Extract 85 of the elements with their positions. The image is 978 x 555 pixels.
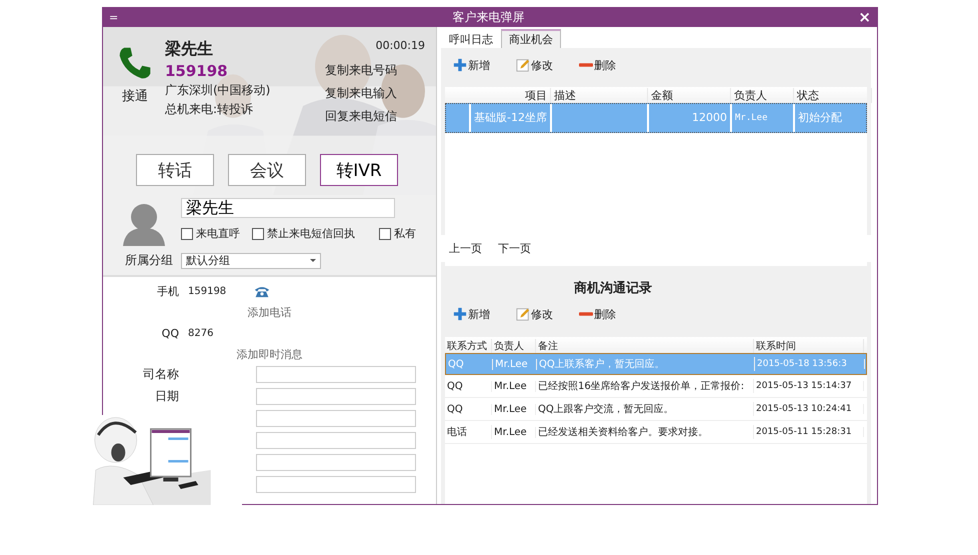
caller-phone: 159198 <box>165 62 229 80</box>
column-header: 联系方式 <box>447 341 487 352</box>
column-header: 备注 <box>538 341 558 352</box>
checkbox-option[interactable]: 来电直呼 <box>181 226 240 241</box>
table-cell: Mr.Lee <box>494 404 527 414</box>
table-cell: 2015-05-13 10:24:41 <box>756 404 852 414</box>
input-field[interactable] <box>256 366 416 383</box>
table-cell: QQ <box>447 404 463 414</box>
input-field[interactable] <box>256 432 416 449</box>
caret-icon[interactable] <box>310 259 316 262</box>
toolbar-button[interactable]: 删除 <box>579 58 616 72</box>
call-route: 总机来电:转投诉 <box>165 101 254 118</box>
table-cell: 已经按照16坐席给客户发送报价单，正常报价: <box>538 381 744 392</box>
column-header: 项目 <box>525 89 547 102</box>
table-cell: 基础版-12坐席 <box>474 111 547 124</box>
tab[interactable]: 商业机会 <box>501 29 561 48</box>
pencil-icon <box>516 58 530 72</box>
add-link[interactable]: 添加电话 <box>248 304 292 320</box>
input-field[interactable] <box>256 388 416 405</box>
telephone-icon[interactable] <box>254 284 270 298</box>
column-header: 描述 <box>554 89 576 102</box>
action-link[interactable]: 复制来电号码 <box>325 62 425 79</box>
table-cell: QQ <box>447 380 463 392</box>
group-dropdown[interactable]: 默认分组 <box>181 252 321 268</box>
column-header: 金额 <box>651 89 673 102</box>
table-cell: 初始分配 <box>798 111 842 124</box>
table-cell: 2015-05-13 15:14:37 <box>756 381 852 391</box>
plus-icon <box>453 307 467 321</box>
table-cell: 2015-05-11 15:28:31 <box>756 427 852 437</box>
input-field[interactable] <box>256 410 416 427</box>
toolbar-button[interactable]: 删除 <box>579 306 616 322</box>
toolbar-button[interactable]: 新增 <box>453 58 490 72</box>
tab[interactable]: 呼叫日志 <box>441 30 501 48</box>
call-timer: 00:00:19 <box>376 39 425 52</box>
phone-icon[interactable] <box>117 45 153 81</box>
column-header: 状态 <box>797 89 819 102</box>
call-button[interactable]: 会议 <box>228 154 306 186</box>
caller-name: 梁先生 <box>165 39 214 60</box>
table-cell: Mr.Lee <box>494 426 527 438</box>
input-field[interactable] <box>256 454 416 471</box>
field-label: QQ <box>160 326 179 340</box>
input-field[interactable] <box>256 476 416 493</box>
add-link[interactable]: 添加即时消息 <box>236 346 302 362</box>
table-cell: QQ上跟客户交流，暂无回应。 <box>538 404 674 415</box>
table-row[interactable]: QQ Mr.Lee 已经按照16坐席给客户发送报价单，正常报价: 2015-05-13 15:14:37 <box>445 375 867 398</box>
checkbox-option[interactable]: 私有 <box>379 226 416 241</box>
action-link[interactable]: 回复来电短信 <box>325 108 425 125</box>
close-button[interactable]: × <box>858 10 871 24</box>
pager-link[interactable]: 上一页 <box>449 241 482 256</box>
answer-label[interactable]: 接通 <box>122 87 148 105</box>
field-label: 司名称 <box>143 367 179 381</box>
column-header: 负责人 <box>494 341 524 352</box>
group-label: 所属分组 <box>125 252 173 269</box>
column-header: 负责人 <box>734 89 767 102</box>
column-header: 联系时间 <box>756 341 796 352</box>
table-cell: 电话 <box>447 427 467 438</box>
call-button[interactable]: 转话 <box>136 154 214 186</box>
table-cell: QQ上联系客户，暂无回应。 <box>539 359 665 370</box>
table-cell: 已经发送相关资料给客户。要求对接。 <box>538 427 708 438</box>
toolbar-button[interactable]: 新增 <box>453 306 490 322</box>
table-cell: Mr.Lee <box>494 380 527 392</box>
call-button[interactable]: 转IVR <box>320 154 398 186</box>
table-row[interactable]: QQ Mr.Lee QQ上跟客户交流，暂无回应。 2015-05-13 10:24:41 <box>445 398 867 421</box>
pager-link[interactable]: 下一页 <box>498 241 531 256</box>
field-label: 日期 <box>155 389 179 403</box>
table-cell: Mr.Lee <box>735 113 768 123</box>
menu-icon[interactable]: = <box>109 10 118 24</box>
table-cell: Mr.Lee <box>495 358 528 370</box>
section-title: 商机沟通记录 <box>574 280 652 297</box>
caller-location: 广东深圳(中国移动) <box>165 82 270 99</box>
field-value: 159198 <box>188 286 226 296</box>
window-title: 客户来电弹屏 <box>451 8 526 26</box>
field-label: 手机 <box>156 284 179 298</box>
pencil-icon <box>516 307 530 321</box>
field-value: 8276 <box>188 328 214 338</box>
table-row[interactable]: 电话 Mr.Lee 已经发送相关资料给客户。要求对接。 2015-05-11 15:28:31 <box>445 421 867 444</box>
table-cell: QQ <box>448 358 464 370</box>
table-cell: 2015-05-18 13:56:3 <box>757 359 847 369</box>
toolbar-button[interactable]: 修改 <box>516 306 553 322</box>
checkbox-option[interactable]: 禁止来电短信回执 <box>252 226 355 241</box>
action-link[interactable]: 复制来电输入 <box>325 85 425 102</box>
toolbar-button[interactable]: 修改 <box>516 58 553 72</box>
name-field[interactable]: 梁先生 <box>181 198 395 218</box>
plus-icon <box>453 58 467 72</box>
table-cell: 12000 <box>692 111 727 124</box>
